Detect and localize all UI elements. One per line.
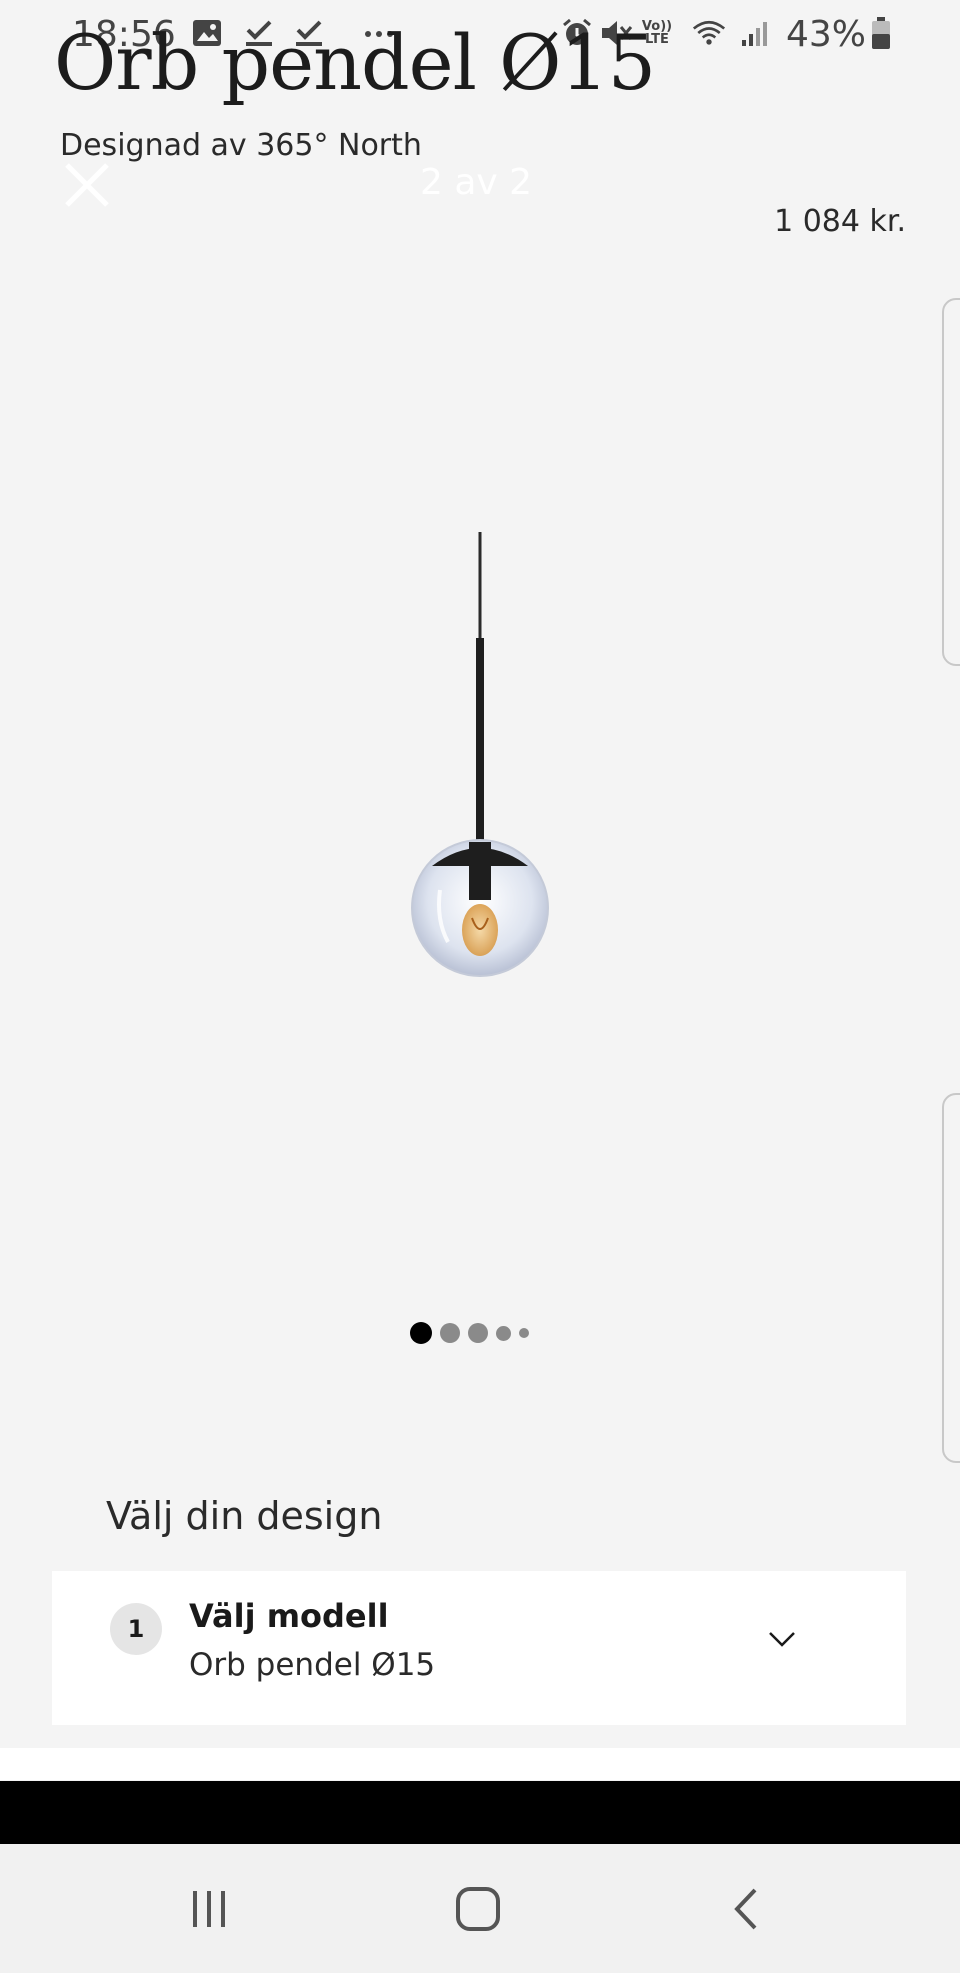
model-selector-card[interactable]: 1 Välj modell Orb pendel Ø15: [52, 1571, 906, 1725]
side-drawer-handle[interactable]: [942, 298, 960, 666]
recent-apps-button[interactable]: [174, 1874, 244, 1944]
signal-icon: [738, 16, 772, 50]
carousel-dot[interactable]: [496, 1325, 511, 1341]
selected-model-value: Orb pendel Ø15: [189, 1647, 436, 1683]
wifi-icon: [692, 16, 726, 50]
battery-percent: 43%: [786, 14, 867, 55]
product-title: Orb pendel Ø15: [54, 18, 656, 107]
chevron-down-icon[interactable]: [766, 1623, 798, 1655]
image-counter: 2 av 2: [420, 162, 533, 203]
black-band: [0, 1781, 960, 1844]
carousel-dot[interactable]: [440, 1323, 460, 1343]
step-number-badge: 1: [110, 1603, 162, 1655]
model-step-label: Välj modell: [189, 1597, 389, 1635]
carousel-dot-active[interactable]: [410, 1322, 432, 1344]
content-bottom-strip: [0, 1748, 960, 1780]
home-button[interactable]: [443, 1874, 513, 1944]
carousel-dot[interactable]: [519, 1328, 529, 1338]
carousel-dot[interactable]: [468, 1323, 488, 1343]
home-icon: [456, 1887, 500, 1931]
product-image[interactable]: [380, 530, 580, 990]
carousel-dots: [410, 1322, 529, 1344]
close-icon: [65, 163, 109, 207]
side-drawer-handle[interactable]: [942, 1093, 960, 1463]
back-icon: [734, 1888, 757, 1930]
product-price: 1 084 kr.: [774, 204, 906, 239]
recent-apps-icon: [193, 1891, 225, 1927]
back-button[interactable]: [712, 1874, 782, 1944]
close-button[interactable]: [62, 160, 112, 210]
designer-line: Designad av 365° North: [60, 128, 422, 163]
battery-icon: [864, 16, 898, 50]
design-heading: Välj din design: [106, 1494, 383, 1538]
navigation-bar: [0, 1844, 960, 1973]
